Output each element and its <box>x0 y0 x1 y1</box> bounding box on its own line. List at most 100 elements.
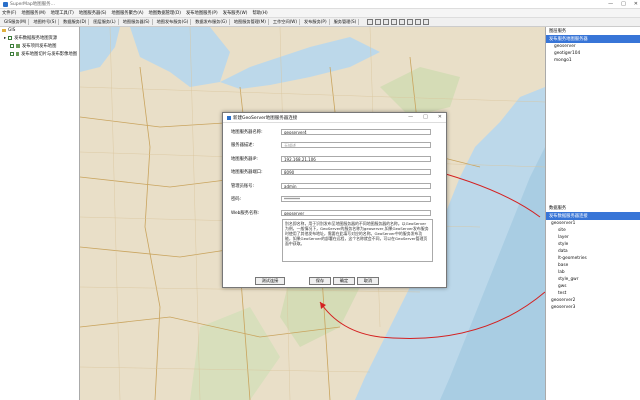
server-node[interactable]: geoserver3 <box>546 304 640 311</box>
admin-account-input[interactable]: admin <box>281 183 431 189</box>
server-name-input[interactable]: geoserver4 <box>281 129 431 135</box>
field-row: 地图服务器端口: 8090 <box>231 169 431 175</box>
field-row: 密码: ******** <box>231 196 431 202</box>
zoom-out-icon[interactable] <box>383 19 390 25</box>
close-button[interactable]: ✕ <box>634 1 638 7</box>
dialog-close-button[interactable]: ✕ <box>438 114 442 120</box>
field-label: 密码: <box>231 197 242 202</box>
ok-button[interactable]: 确定 <box>333 277 355 285</box>
cancel-button[interactable]: 取消 <box>357 277 379 285</box>
dialog-icon <box>227 115 231 120</box>
menu-bar: 文件(F) 地图服务(M) 地理工具(T) 地图服务器(S) 地图服务聚合(A)… <box>0 9 640 18</box>
menu-item[interactable]: 地图服务(M) <box>21 10 45 16</box>
tree-root-label: GIS <box>8 28 16 33</box>
field-row: 管理员账号: admin <box>231 183 431 189</box>
field-row: Web服务名称: geoserver <box>231 210 431 216</box>
layer-checkbox[interactable] <box>10 44 14 48</box>
menu-item[interactable]: 发布地图服务(P) <box>186 10 218 16</box>
layer-checkbox[interactable] <box>8 36 13 40</box>
panel-header: 图层服务 <box>549 29 567 34</box>
map-layer-icon <box>16 44 20 48</box>
extent-icon[interactable] <box>423 19 430 25</box>
field-label: 地图服务器端口: <box>231 170 263 175</box>
tree-item[interactable]: ▸ 发布数据服务地图资源 <box>0 34 79 42</box>
layer-node[interactable]: style <box>546 241 640 248</box>
server-panel: 图层服务 发布服务地图服务器 geoserver geotiger104 mon… <box>545 27 640 400</box>
layer-node[interactable]: base <box>546 262 640 269</box>
identify-icon[interactable] <box>399 19 406 25</box>
layer-node[interactable]: lab <box>546 269 640 276</box>
zoom-in-icon[interactable] <box>375 19 382 25</box>
toolbar-button[interactable]: 图层服务(L) <box>91 19 119 25</box>
folder-icon <box>2 29 6 32</box>
toolbar-button[interactable]: 地图服务器(S) <box>121 19 153 25</box>
tree-item-label: 发布项目发布地图 <box>22 44 57 49</box>
menu-item[interactable]: 地图数据管理(D) <box>149 10 181 16</box>
toolbar-button[interactable]: 地图发布服务(G) <box>155 19 192 25</box>
toolbar-button[interactable]: 数据发布服务(G) <box>193 19 230 25</box>
field-row: 地图服务器IP: 192.168.21.106 <box>231 156 431 162</box>
server-node[interactable]: mongo1 <box>546 57 640 64</box>
layer-node[interactable]: style_gwr <box>546 276 640 283</box>
map-layer-icon <box>15 52 20 56</box>
toolbar-button[interactable]: 发布服务(P) <box>302 19 330 25</box>
server-node[interactable]: geoserver <box>546 43 640 50</box>
server-ip-input[interactable]: 192.168.21.106 <box>281 156 431 162</box>
panel-header: 数据服务 <box>549 206 567 211</box>
measure-icon[interactable] <box>407 19 414 25</box>
tree-root[interactable]: GIS <box>0 27 79 34</box>
menu-item[interactable]: 文件(F) <box>2 10 16 16</box>
test-connection-button[interactable]: 测试连接 <box>255 277 285 285</box>
layer-checkbox[interactable] <box>10 52 14 56</box>
toolbar-button[interactable]: 工作空间(W) <box>271 19 301 25</box>
field-label: 地图服务器IP: <box>231 157 258 162</box>
dialog-title: 新建GeoServer地图服务器连接 <box>233 115 298 121</box>
menu-item[interactable]: 帮助(H) <box>252 10 267 16</box>
layer-node[interactable]: gws <box>546 283 640 290</box>
select-icon[interactable] <box>391 19 398 25</box>
tool-icons <box>367 19 430 25</box>
layer-node[interactable]: data <box>546 248 640 255</box>
pan-icon[interactable] <box>367 19 374 25</box>
minimize-button[interactable]: — <box>608 1 613 7</box>
field-label: 地图服务器名称: <box>231 130 263 135</box>
menu-item[interactable]: 发布服务(W) <box>223 10 248 16</box>
dialog-minimize-button[interactable]: — <box>408 114 413 120</box>
tree-item[interactable]: 发布地图切片与发布影像地图 <box>0 50 79 58</box>
menu-item[interactable]: 地理工具(T) <box>51 10 74 16</box>
server-node[interactable]: geoserver2 <box>546 297 640 304</box>
menu-item[interactable]: 地图服务聚合(A) <box>111 10 143 16</box>
panel-spacer <box>546 64 640 204</box>
help-note: 别名即名称，用于识别发布至地图服务器的不同地图服务器的名称。以GeoServer… <box>282 219 433 262</box>
layer-node[interactable]: test <box>546 290 640 297</box>
save-button[interactable]: 保存 <box>309 277 331 285</box>
server-port-input[interactable]: 8090 <box>281 169 431 175</box>
server-node[interactable]: geotiger104 <box>546 50 640 57</box>
toolbar: GIS服务(M) 地图符号(S) 数据服务(D) 图层服务(L) 地图服务器(S… <box>0 18 640 27</box>
toolbar-button[interactable]: 数据服务(D) <box>61 19 90 25</box>
new-connection-dialog: 新建GeoServer地图服务器连接 — □ ✕ 地图服务器名称: geoser… <box>222 112 447 288</box>
dialog-maximize-button[interactable]: □ <box>423 114 428 120</box>
toolbar-button[interactable]: GIS服务(M) <box>2 19 30 25</box>
server-node-selected[interactable]: 发布数据服务器连接 <box>546 212 640 220</box>
refresh-icon[interactable] <box>415 19 422 25</box>
maximize-button[interactable]: □ <box>621 1 626 7</box>
web-service-name-input[interactable]: geoserver <box>281 210 431 216</box>
layer-node[interactable]: site <box>546 227 640 234</box>
description-input[interactable]: 无描述 <box>281 142 431 148</box>
title-bar: SuperMap地图服务... — □ ✕ <box>0 0 640 9</box>
layer-node[interactable]: layer <box>546 234 640 241</box>
layer-node[interactable]: lt-geometries <box>546 255 640 262</box>
toolbar-button[interactable]: 地图服务管理(M) <box>232 19 269 25</box>
field-label: 服务器描述: <box>231 143 254 148</box>
toolbar-button[interactable]: 地图符号(S) <box>31 19 60 25</box>
expand-icon[interactable]: ▸ <box>4 36 6 41</box>
server-node-selected[interactable]: 发布服务地图服务器 <box>546 35 640 43</box>
app-title: SuperMap地图服务... <box>10 2 55 7</box>
toolbar-button[interactable]: 服务管理(S) <box>332 19 360 25</box>
server-node[interactable]: geoserver1 <box>546 220 640 227</box>
menu-item[interactable]: 地图服务器(S) <box>79 10 107 16</box>
tree-item[interactable]: 发布项目发布地图 <box>0 42 79 50</box>
password-input[interactable]: ******** <box>281 196 431 202</box>
field-label: 管理员账号: <box>231 184 254 189</box>
